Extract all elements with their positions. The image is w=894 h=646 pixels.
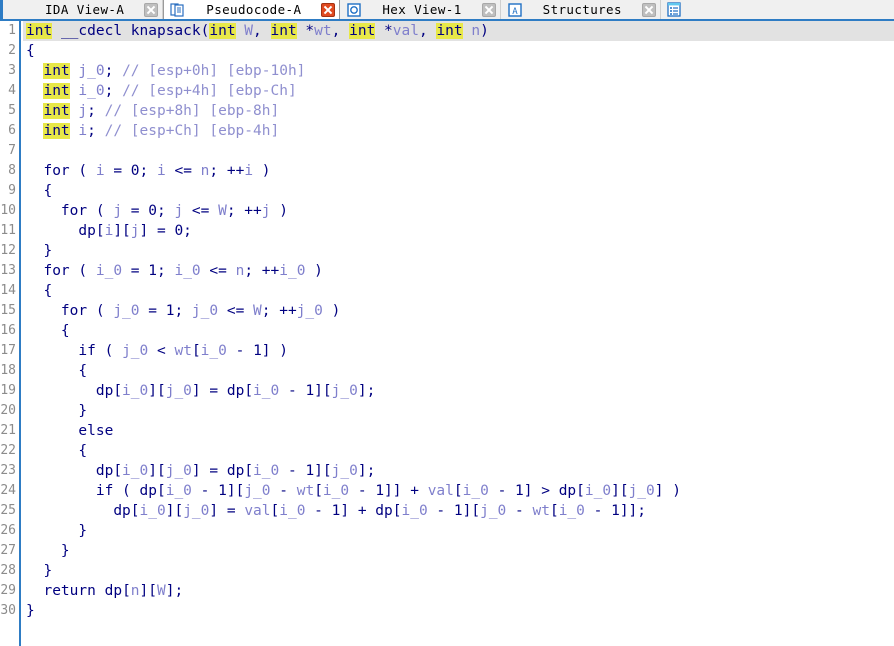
code-line[interactable]: for ( j = 0; j <= W; ++j ): [23, 201, 894, 221]
line-number: 12: [0, 241, 19, 261]
code-line[interactable]: {: [23, 181, 894, 201]
line-number: 17: [0, 341, 19, 361]
line-number: 30: [0, 601, 19, 621]
tab-overflow-enums[interactable]: [661, 0, 689, 19]
tab-label: Structures: [525, 2, 640, 17]
line-number: 2: [0, 41, 19, 61]
view-tab-bar: IDA View-A Pseudocode-A Hex View-1: [0, 0, 894, 21]
tab-label: Hex View-1: [364, 2, 479, 17]
code-line[interactable]: int __cdecl knapsack(int W, int *wt, int…: [23, 21, 894, 41]
code-line[interactable]: for ( j_0 = 1; j_0 <= W; ++j_0 ): [23, 301, 894, 321]
code-line[interactable]: return dp[n][W];: [23, 581, 894, 601]
line-number: 19: [0, 381, 19, 401]
code-line[interactable]: dp[i_0][j_0] = dp[i_0 - 1][j_0];: [23, 461, 894, 481]
code-line[interactable]: }: [23, 241, 894, 261]
tab-close-button[interactable]: [642, 3, 656, 17]
line-number: 18: [0, 361, 19, 381]
code-line[interactable]: int j_0; // [esp+0h] [ebp-10h]: [23, 61, 894, 81]
line-number: 14: [0, 281, 19, 301]
code-line[interactable]: }: [23, 561, 894, 581]
line-number: 20: [0, 401, 19, 421]
svg-text:A: A: [512, 7, 518, 17]
hex-view-icon: [346, 2, 362, 18]
tab-label: IDA View-A: [27, 2, 142, 17]
tab-hex-view-1[interactable]: Hex View-1: [340, 0, 500, 19]
code-line[interactable]: }: [23, 541, 894, 561]
line-number: 23: [0, 461, 19, 481]
line-number: 28: [0, 561, 19, 581]
code-line[interactable]: {: [23, 321, 894, 341]
tab-label: Pseudocode-A: [188, 2, 319, 17]
code-line[interactable]: {: [23, 281, 894, 301]
code-line[interactable]: {: [23, 41, 894, 61]
line-number: 29: [0, 581, 19, 601]
line-number: 9: [0, 181, 19, 201]
line-number: 1: [0, 21, 19, 41]
line-number: 8: [0, 161, 19, 181]
line-number: 13: [0, 261, 19, 281]
tab-structures[interactable]: A Structures: [501, 0, 661, 19]
line-number: 22: [0, 441, 19, 461]
line-number: 10: [0, 201, 19, 221]
tab-pseudocode-a[interactable]: Pseudocode-A: [163, 0, 340, 19]
code-line[interactable]: dp[i_0][j_0] = val[i_0 - 1] + dp[i_0 - 1…: [23, 501, 894, 521]
pseudocode-code-pane[interactable]: 1234567891011121314151617181920212223242…: [0, 21, 894, 646]
tab-ida-view-a[interactable]: IDA View-A: [0, 0, 163, 19]
line-number: 15: [0, 301, 19, 321]
code-line[interactable]: {: [23, 441, 894, 461]
code-line[interactable]: else: [23, 421, 894, 441]
line-number: 27: [0, 541, 19, 561]
line-number: 4: [0, 81, 19, 101]
line-number: 3: [0, 61, 19, 81]
line-number: 5: [0, 101, 19, 121]
tab-close-button[interactable]: [144, 3, 158, 17]
code-line[interactable]: }: [23, 401, 894, 421]
code-line[interactable]: }: [23, 521, 894, 541]
code-line[interactable]: dp[i_0][j_0] = dp[i_0 - 1][j_0];: [23, 381, 894, 401]
ida-view-icon: [9, 2, 25, 18]
code-line[interactable]: }: [23, 601, 894, 621]
code-line[interactable]: for ( i_0 = 1; i_0 <= n; ++i_0 ): [23, 261, 894, 281]
code-line[interactable]: int j; // [esp+8h] [ebp-8h]: [23, 101, 894, 121]
line-number: 24: [0, 481, 19, 501]
line-number-gutter: 1234567891011121314151617181920212223242…: [0, 21, 21, 646]
code-line[interactable]: [23, 141, 894, 161]
code-line[interactable]: dp[i][j] = 0;: [23, 221, 894, 241]
line-number: 6: [0, 121, 19, 141]
code-line[interactable]: if ( dp[i_0 - 1][j_0 - wt[i_0 - 1]] + va…: [23, 481, 894, 501]
line-number: 7: [0, 141, 19, 161]
line-number: 16: [0, 321, 19, 341]
tab-close-button[interactable]: [482, 3, 496, 17]
code-line[interactable]: for ( i = 0; i <= n; ++i ): [23, 161, 894, 181]
structures-icon: A: [507, 2, 523, 18]
line-number: 11: [0, 221, 19, 241]
line-number: 21: [0, 421, 19, 441]
line-number: 26: [0, 521, 19, 541]
enums-list-icon: [666, 2, 682, 18]
code-line[interactable]: {: [23, 361, 894, 381]
code-line[interactable]: int i_0; // [esp+4h] [ebp-Ch]: [23, 81, 894, 101]
line-number: 25: [0, 501, 19, 521]
tab-close-button[interactable]: [321, 3, 335, 17]
pseudocode-icon: [170, 2, 186, 18]
code-lines-container[interactable]: int __cdecl knapsack(int W, int *wt, int…: [23, 21, 894, 646]
code-line[interactable]: int i; // [esp+Ch] [ebp-4h]: [23, 121, 894, 141]
code-line[interactable]: if ( j_0 < wt[i_0 - 1] ): [23, 341, 894, 361]
